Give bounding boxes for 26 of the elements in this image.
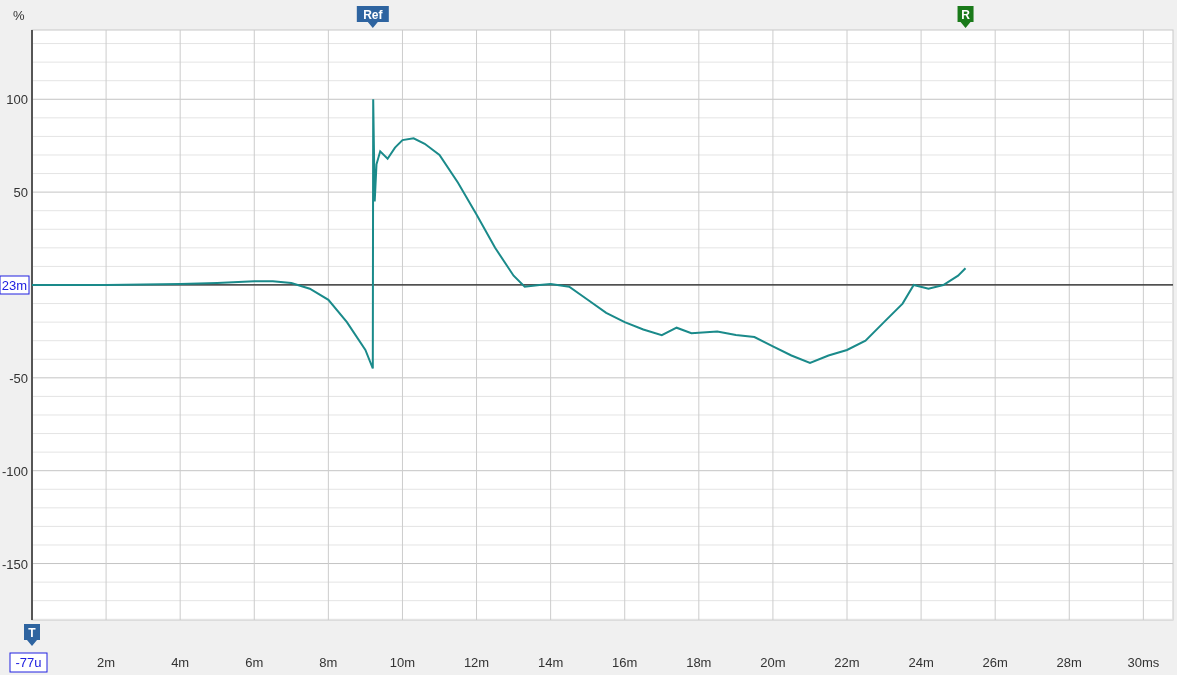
y-tick-label: -100 bbox=[1, 463, 28, 479]
x-tick-label: 28m bbox=[1056, 655, 1082, 670]
x-tick-label: 24m bbox=[908, 655, 934, 670]
x-tick-label: 10m bbox=[389, 655, 416, 670]
x-tick-label: 30ms bbox=[1127, 655, 1160, 670]
x-tick-label: 8m bbox=[319, 655, 338, 670]
y-tick-label: -150 bbox=[1, 556, 28, 572]
x-tick-label: 12m bbox=[463, 655, 490, 670]
y-cursor-readout: 23m bbox=[0, 275, 30, 295]
marker-flag[interactable]: R bbox=[957, 6, 974, 28]
marker-flag[interactable]: T bbox=[24, 624, 40, 646]
x-cursor-readout: -77u bbox=[9, 652, 48, 673]
x-tick-label: 6m bbox=[245, 655, 264, 670]
x-tick-label: 2m bbox=[97, 655, 116, 670]
x-tick-label: 22m bbox=[834, 655, 860, 670]
x-tick-label: 4m bbox=[171, 655, 190, 670]
x-tick-label: 26m bbox=[982, 655, 1008, 670]
marker-flag[interactable]: Ref bbox=[356, 6, 389, 28]
y-axis-label: % bbox=[13, 8, 25, 23]
x-tick-label: 18m bbox=[686, 655, 712, 670]
x-tick-label: 14m bbox=[538, 655, 564, 670]
y-tick-label: -50 bbox=[9, 370, 28, 386]
y-tick-label: 50 bbox=[13, 185, 28, 201]
x-tick-label: 16m bbox=[612, 655, 638, 670]
x-tick-label: 20m bbox=[760, 655, 786, 670]
y-tick-label: 100 bbox=[6, 92, 28, 108]
